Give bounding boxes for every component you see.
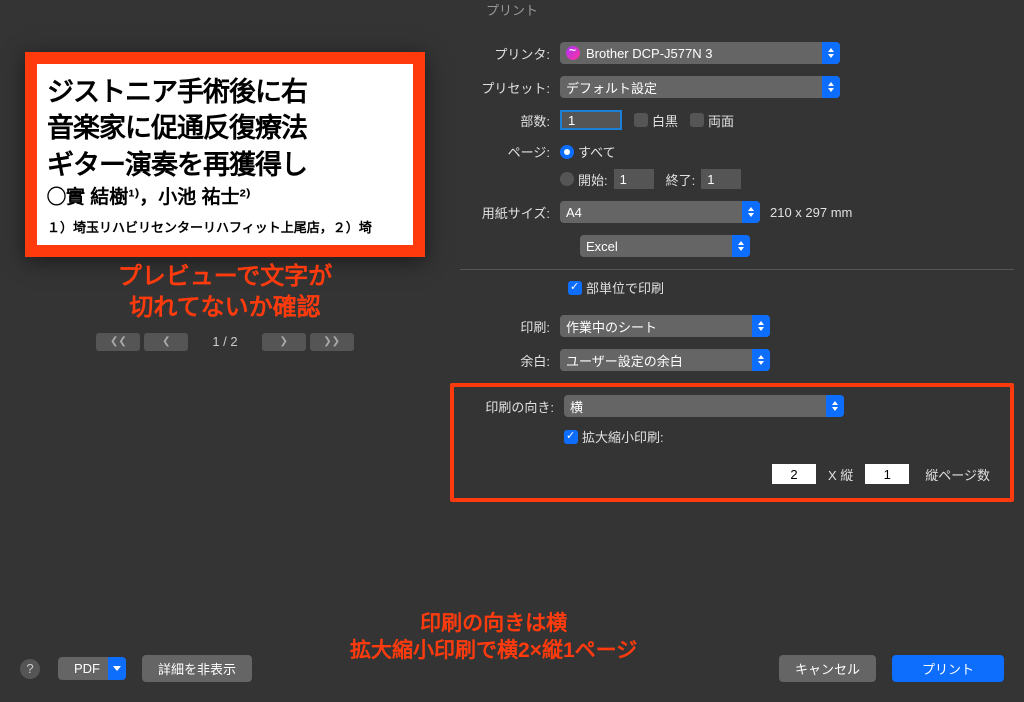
duplex-checkbox[interactable] [690, 113, 704, 127]
preset-label: プリセット: [460, 78, 560, 97]
preview-line-5: １）埼玉リハビリセンターリハフィット上尾店，２）埼 [47, 218, 403, 239]
pages-label: ページ: [460, 142, 560, 161]
app-section-select[interactable]: Excel [580, 235, 750, 257]
from-input[interactable] [614, 169, 654, 189]
preview-line-3: ギター演奏を再獲得し [47, 147, 403, 183]
margin-select[interactable]: ユーザー設定の余白 [560, 349, 770, 371]
duplex-label: 両面 [708, 111, 734, 130]
collate-label: 部単位で印刷 [586, 278, 664, 297]
annotation-preview: プレビューで文字が 切れてないか確認 [10, 261, 440, 323]
help-button[interactable]: ? [20, 659, 40, 679]
chevron-updown-icon [752, 315, 770, 337]
prev-page-button[interactable]: ❮ [144, 333, 188, 351]
paper-select[interactable]: A4 [560, 201, 760, 223]
paper-label: 用紙サイズ: [460, 203, 560, 222]
to-label: 終了: [666, 170, 696, 189]
pdf-menu-button[interactable]: PDF [58, 657, 126, 680]
chevron-updown-icon [742, 201, 760, 223]
print-preview: ジストニア手術後に右 音楽家に促通反復療法 ギター演奏を再獲得し ◯實 結樹¹⁾… [25, 52, 425, 257]
scale-checkbox[interactable] [564, 430, 578, 444]
orientation-label: 印刷の向き: [458, 397, 564, 416]
pages-all-radio[interactable] [560, 145, 574, 159]
page-counter: 1 / 2 [212, 334, 237, 349]
pages-all-label: すべて [578, 142, 616, 161]
printer-select[interactable]: Brother DCP-J577N 3 [560, 42, 840, 64]
last-page-button[interactable]: ❯❯ [310, 333, 354, 351]
pages-tall-input[interactable] [865, 464, 909, 484]
from-label: 開始: [578, 170, 608, 189]
scale-label: 拡大縮小印刷: [582, 427, 664, 446]
copies-label: 部数: [460, 111, 560, 130]
pages-wide-input[interactable] [772, 464, 816, 484]
next-page-button[interactable]: ❯ [262, 333, 306, 351]
print-section-label: 印刷: [460, 317, 560, 336]
x-vert-label: X 縦 [828, 465, 853, 484]
to-input[interactable] [701, 169, 741, 189]
chevron-down-icon [108, 657, 126, 680]
paper-dimensions: 210 x 297 mm [770, 205, 852, 220]
chevron-updown-icon [822, 42, 840, 64]
copies-input[interactable] [560, 110, 622, 130]
margin-label: 余白: [460, 351, 560, 370]
preview-line-1: ジストニア手術後に右 [47, 74, 403, 110]
printer-icon [566, 46, 580, 60]
chevron-updown-icon [732, 235, 750, 257]
chevron-updown-icon [826, 395, 844, 417]
bw-label: 白黒 [652, 111, 678, 130]
highlight-orientation-box: 印刷の向き: 横 拡大縮小印刷: X 縦 縦ページ数 [450, 383, 1014, 502]
preview-line-4: ◯實 結樹¹⁾，小池 祐士²⁾ [47, 183, 403, 213]
printer-label: プリンタ: [460, 44, 560, 63]
pages-range-radio[interactable] [560, 172, 574, 186]
window-title: プリント [0, 0, 1024, 22]
cancel-button[interactable]: キャンセル [779, 655, 876, 682]
preset-select[interactable]: デフォルト設定 [560, 76, 840, 98]
chevron-updown-icon [822, 76, 840, 98]
print-section-select[interactable]: 作業中のシート [560, 315, 770, 337]
preview-line-2: 音楽家に促通反復療法 [47, 110, 403, 146]
bw-checkbox[interactable] [634, 113, 648, 127]
hide-details-button[interactable]: 詳細を非表示 [142, 655, 252, 682]
collate-checkbox[interactable] [568, 281, 582, 295]
chevron-updown-icon [752, 349, 770, 371]
orientation-select[interactable]: 横 [564, 395, 844, 417]
print-button[interactable]: プリント [892, 655, 1004, 682]
pages-tall-label: 縦ページ数 [925, 465, 990, 484]
first-page-button[interactable]: ❮❮ [96, 333, 140, 351]
